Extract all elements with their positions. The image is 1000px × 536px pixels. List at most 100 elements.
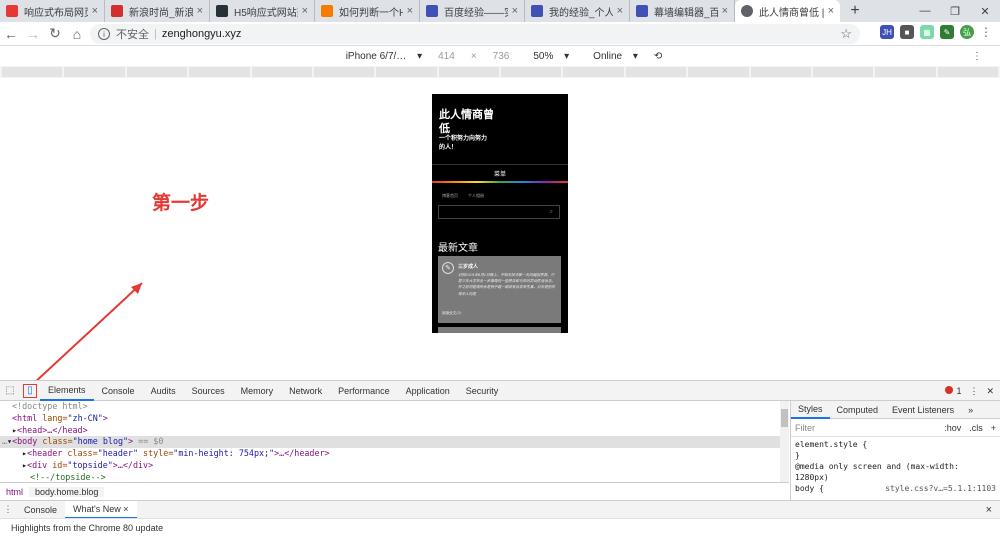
bookmark-star-icon[interactable]: ☆	[840, 26, 852, 42]
close-tab-icon[interactable]: ×	[302, 5, 308, 17]
device-select[interactable]: iPhone 6/7/… ▾	[338, 51, 422, 62]
globe-icon	[741, 5, 753, 17]
extension-robot-icon[interactable]: ■	[900, 25, 914, 39]
browser-tab-active[interactable]: 此人情商曾低 | 一… ×	[735, 0, 840, 22]
address-separator: |	[154, 28, 157, 40]
val-text: "topside"	[67, 459, 113, 470]
inspect-element-icon[interactable]: ⬚	[0, 381, 20, 401]
back-icon[interactable]: ←	[0, 23, 22, 45]
site-search-input[interactable]: ⌕	[438, 205, 560, 219]
tab-favicon-icon	[6, 5, 18, 17]
site-title[interactable]: 此人情商曾低	[439, 108, 499, 136]
tab-event-listeners[interactable]: Event Listeners	[885, 401, 961, 419]
breadcrumb-body[interactable]: body.home.blog	[29, 486, 105, 497]
devtools-menu-icon[interactable]: ⋮	[969, 386, 978, 397]
tab-application[interactable]: Application	[398, 381, 458, 401]
drawer-tab-console[interactable]: Console	[16, 501, 65, 519]
devtools-close-icon[interactable]: ✕	[986, 386, 994, 397]
dom-node[interactable]: <!--/topside-->	[0, 472, 780, 482]
tab-network[interactable]: Network	[281, 381, 330, 401]
device-menu-icon[interactable]: ⋮	[972, 51, 982, 62]
info-icon[interactable]: i	[98, 28, 110, 40]
new-tab-button[interactable]: +	[844, 0, 866, 22]
rotate-icon[interactable]: ⟲	[654, 51, 662, 62]
close-window-icon[interactable]: ✕	[970, 0, 1000, 22]
dom-breadcrumbs: html body.home.blog	[0, 482, 789, 500]
tab-sources[interactable]: Sources	[184, 381, 233, 401]
close-tab-icon[interactable]: ×	[828, 5, 834, 17]
rule-source-link[interactable]: style.css?v…=5.1.1:1103	[885, 483, 996, 494]
dom-tree-scrollbar[interactable]	[780, 401, 789, 482]
dom-node[interactable]: ▸<div id="topside">…</div>	[0, 460, 780, 472]
device-width-input[interactable]: 414	[438, 51, 455, 62]
network-select[interactable]: Online ▾	[585, 51, 638, 62]
post-card[interactable]: ✎ 三岁成人 记得2019年6月1日晚上，不知天技术那一天的越回京高。只是三年大…	[438, 256, 561, 323]
reload-icon[interactable]: ↻	[44, 23, 66, 45]
search-icon[interactable]: ⌕	[550, 208, 553, 216]
dom-node[interactable]: <html lang="zh-CN">	[0, 413, 780, 425]
browser-tab[interactable]: 新浪时尚_新浪网 ×	[105, 0, 210, 22]
tab-security[interactable]: Security	[458, 381, 507, 401]
drawer-menu-icon[interactable]: ⋮	[0, 504, 16, 515]
forward-icon[interactable]: →	[22, 23, 44, 45]
close-tab-icon[interactable]: ×	[92, 5, 98, 17]
breadcrumb-html[interactable]: html	[0, 487, 29, 497]
val-text: "home blog"	[72, 436, 129, 447]
browser-tab[interactable]: H5响应式网站建设… ×	[210, 0, 315, 22]
close-tab-icon[interactable]: ×	[407, 5, 413, 17]
drawer-close-icon[interactable]: ×	[986, 504, 992, 516]
close-tab-icon[interactable]: ×	[617, 5, 623, 17]
zoom-select[interactable]: 50% ▾	[525, 51, 569, 62]
home-icon[interactable]: ⌂	[66, 23, 88, 45]
device-height-input[interactable]: 736	[493, 51, 510, 62]
close-tab-icon[interactable]: ×	[512, 5, 518, 17]
close-tab-icon[interactable]: ×	[197, 5, 203, 17]
error-counter[interactable]: 1	[945, 386, 961, 396]
address-bar[interactable]: i 不安全 | zenghongyu.xyz ☆	[90, 24, 860, 44]
more-tabs-icon[interactable]: »	[961, 401, 980, 419]
dom-node[interactable]: ▸<header class="header" style="min-heigh…	[0, 448, 780, 460]
tab-computed[interactable]: Computed	[830, 401, 886, 419]
link-blog-home[interactable]: 博客首页	[442, 193, 458, 199]
browser-menu-icon[interactable]: ⋮	[980, 25, 992, 39]
extension-jh-icon[interactable]: JH	[880, 25, 894, 39]
drawer-tab-whats-new[interactable]: What's New ×	[65, 500, 137, 519]
dom-node[interactable]: ▸<head>…</head>	[0, 425, 780, 437]
rule-selector[interactable]: element.style {	[795, 439, 996, 450]
site-subtitle: 一个积努力向努力的人！	[439, 135, 488, 151]
close-tab-icon[interactable]: ×	[722, 5, 728, 17]
dom-node-selected[interactable]: …▾<body class="home blog"> == $0	[0, 436, 780, 449]
cls-toggle[interactable]: .cls	[965, 423, 987, 433]
extension-leaf-icon[interactable]: ✎	[940, 25, 954, 39]
hov-toggle[interactable]: :hov	[940, 423, 965, 433]
browser-tab[interactable]: 响应式布局网页_百… ×	[0, 0, 105, 22]
dom-node[interactable]: <!doctype html>	[0, 401, 780, 413]
tab-styles[interactable]: Styles	[791, 401, 830, 419]
add-rule-button[interactable]: +	[987, 423, 1000, 433]
tab-memory[interactable]: Memory	[233, 381, 282, 401]
tab-performance[interactable]: Performance	[330, 381, 398, 401]
rule-selector[interactable]: body {style.css?v…=5.1.1:1103	[795, 483, 996, 494]
link-albums[interactable]: 个人相册	[468, 193, 484, 199]
device-toolbar-toggle-icon[interactable]: ▯	[23, 383, 37, 398]
tab-audits[interactable]: Audits	[143, 381, 184, 401]
url-text[interactable]: zenghongyu.xyz	[162, 28, 242, 40]
tab-elements[interactable]: Elements	[40, 381, 94, 401]
browser-tab[interactable]: 百度经验——实用… ×	[420, 0, 525, 22]
browser-tab[interactable]: 如何判断一个H5页… ×	[315, 0, 420, 22]
maximize-icon[interactable]: ❐	[940, 0, 970, 22]
minimize-icon[interactable]: —	[910, 0, 940, 22]
extension-grid-icon[interactable]: ▦	[920, 25, 934, 39]
close-icon[interactable]: ×	[123, 504, 128, 514]
post-title[interactable]: 三岁成人	[458, 263, 478, 270]
browser-tab[interactable]: 幕墙编辑器_百度经… ×	[630, 0, 735, 22]
devtools-drawer-tabs: ⋮ Console What's New × ×	[0, 500, 1000, 519]
read-more-link[interactable]: 阅读全文(2)	[442, 311, 461, 316]
media-query-bar[interactable]	[0, 66, 1000, 78]
browser-tab[interactable]: 我的经验_个人中心… ×	[525, 0, 630, 22]
profile-avatar[interactable]: 弘	[960, 25, 974, 39]
styles-filter-input[interactable]: Filter	[791, 423, 940, 433]
tab-console[interactable]: Console	[94, 381, 143, 401]
menu-toggle[interactable]: 菜单	[432, 164, 568, 181]
post-card[interactable]	[438, 327, 561, 333]
